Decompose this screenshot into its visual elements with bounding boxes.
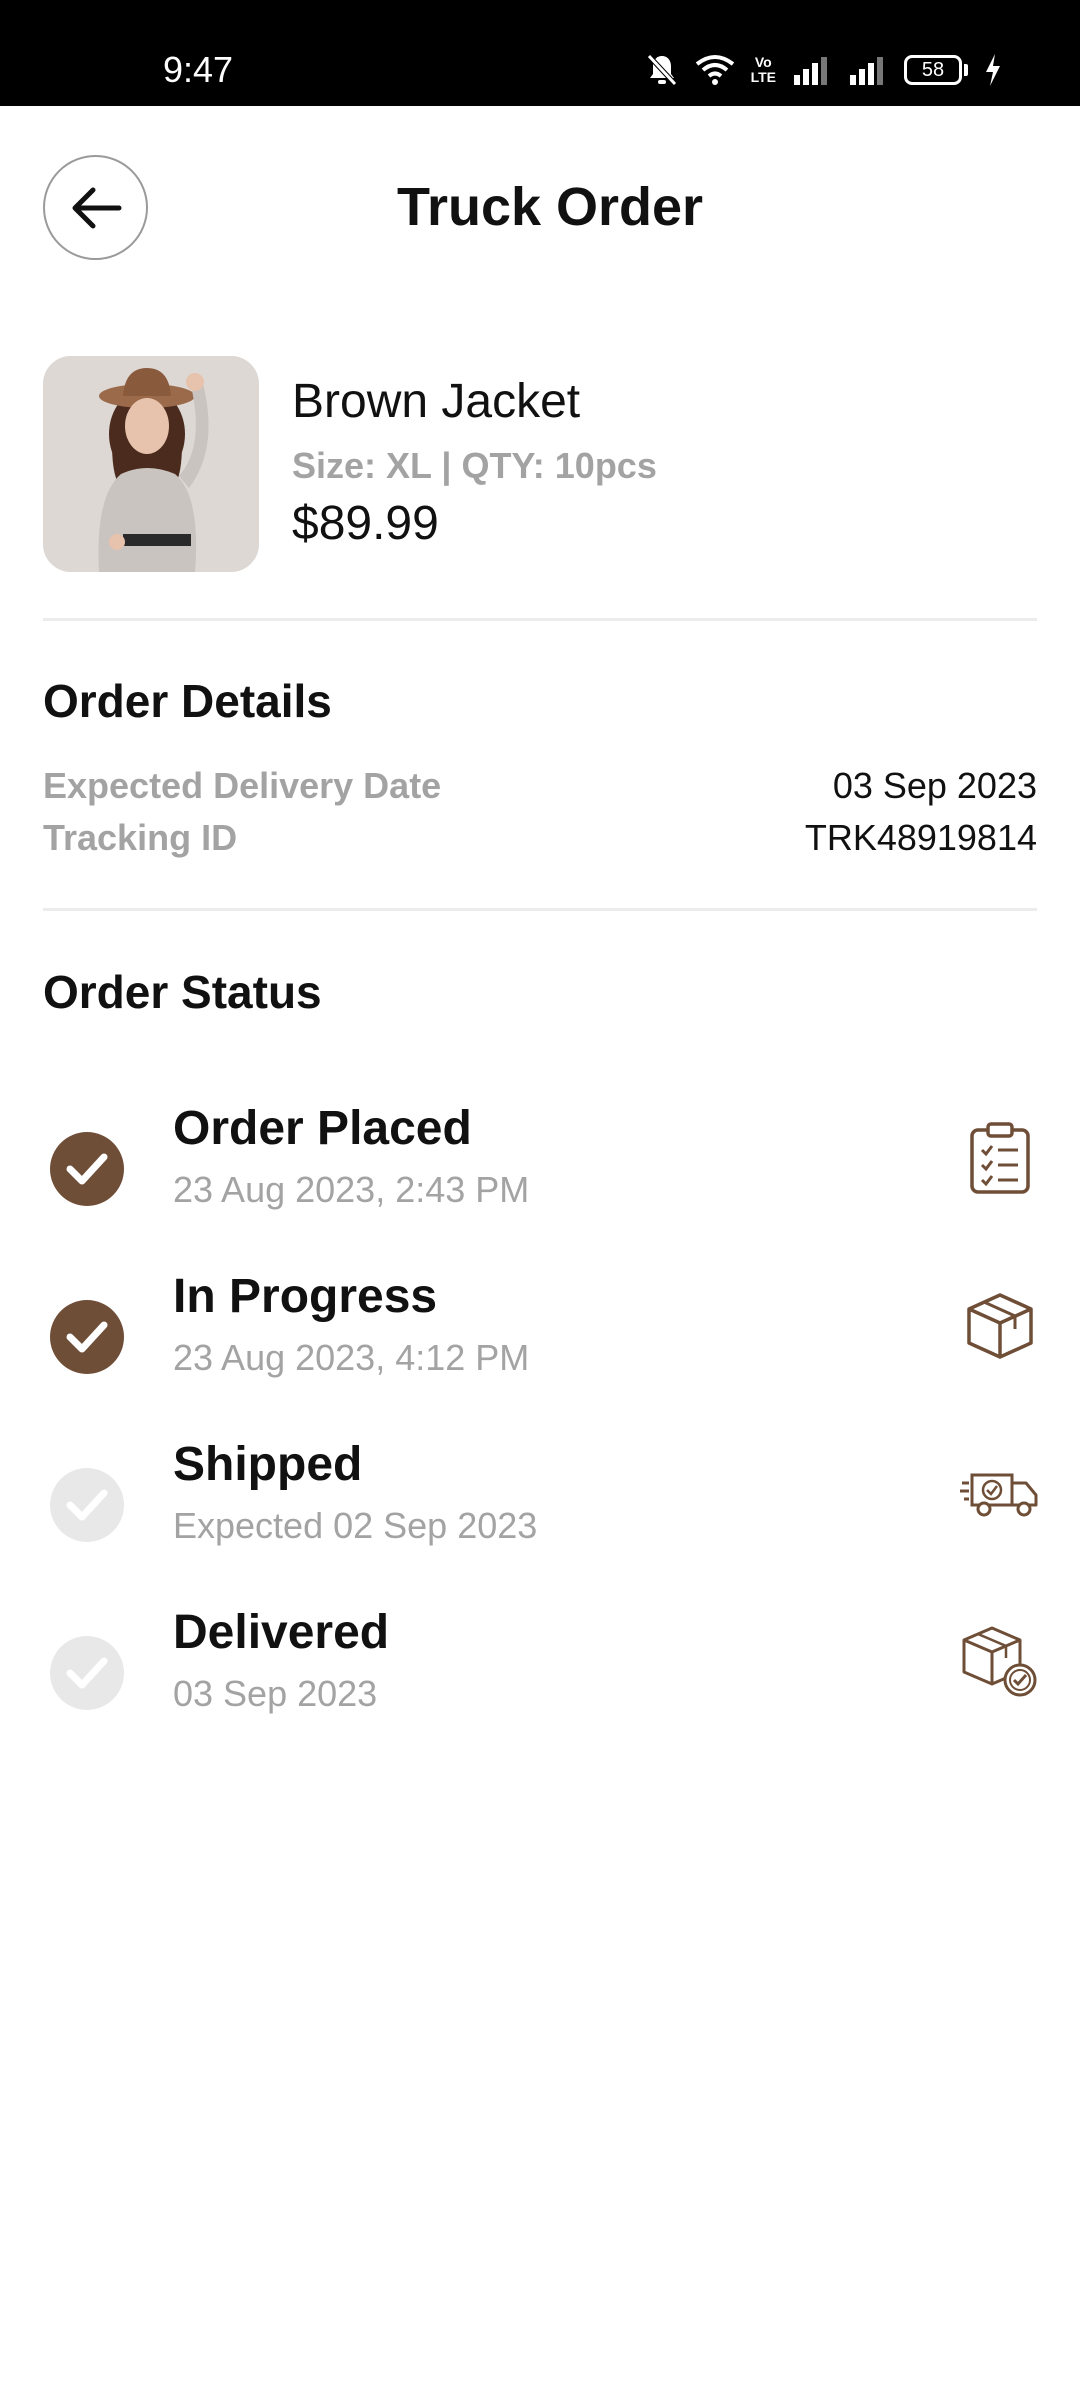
divider xyxy=(43,618,1037,621)
status-step-shipped: Shipped Expected 02 Sep 2023 xyxy=(0,1436,1080,1586)
battery-indicator: 58 xyxy=(904,55,968,85)
status-bar: 9:47 Vo LTE 58 xyxy=(0,0,1080,106)
expected-delivery-value: 03 Sep 2023 xyxy=(832,765,1037,806)
package-box-icon xyxy=(960,1286,1040,1366)
wifi-icon xyxy=(695,55,734,85)
page-title: Truck Order xyxy=(396,177,704,237)
product-meta: Size: XL | QTY: 10pcs xyxy=(292,445,657,486)
product-price: $89.99 xyxy=(292,497,439,550)
charging-bolt-icon xyxy=(986,54,1000,86)
order-status-title: Order Status xyxy=(43,966,322,1018)
status-icons: Vo LTE 58 xyxy=(645,50,1002,90)
tracking-id-value: TRK48919814 xyxy=(804,817,1037,858)
status-step-time: 23 Aug 2023, 4:12 PM xyxy=(173,1337,530,1378)
status-step-order-placed: Order Placed 23 Aug 2023, 2:43 PM xyxy=(0,1100,1080,1250)
check-circle-icon xyxy=(50,1132,124,1206)
status-step-delivered: Delivered 03 Sep 2023 xyxy=(0,1604,1080,1754)
status-step-label: Delivered xyxy=(173,1606,390,1659)
check-circle-icon xyxy=(50,1300,124,1374)
bell-off-icon xyxy=(646,54,677,86)
battery-level: 58 xyxy=(904,55,962,85)
status-step-time: Expected 02 Sep 2023 xyxy=(173,1505,538,1546)
product-image xyxy=(43,356,259,572)
tracking-id-label: Tracking ID xyxy=(43,817,238,858)
volte-indicator: Vo LTE xyxy=(750,54,776,85)
check-circle-icon xyxy=(50,1468,124,1542)
signal-icon xyxy=(794,57,827,85)
status-step-label: Order Placed xyxy=(173,1102,472,1155)
signal-icon-2 xyxy=(850,57,883,85)
status-step-time: 03 Sep 2023 xyxy=(173,1673,378,1714)
product-name: Brown Jacket xyxy=(292,375,581,428)
divider xyxy=(43,908,1037,911)
clipboard-checklist-icon xyxy=(960,1118,1040,1198)
status-time: 9:47 xyxy=(163,49,234,90)
check-circle-icon xyxy=(50,1636,124,1710)
status-step-time: 23 Aug 2023, 2:43 PM xyxy=(173,1169,530,1210)
package-delivered-icon xyxy=(960,1622,1040,1702)
status-step-label: Shipped xyxy=(173,1438,363,1491)
delivery-truck-icon xyxy=(960,1454,1040,1534)
status-step-in-progress: In Progress 23 Aug 2023, 4:12 PM xyxy=(0,1268,1080,1418)
expected-delivery-label: Expected Delivery Date xyxy=(43,765,442,806)
order-details-title: Order Details xyxy=(43,675,332,727)
status-step-label: In Progress xyxy=(173,1270,438,1323)
